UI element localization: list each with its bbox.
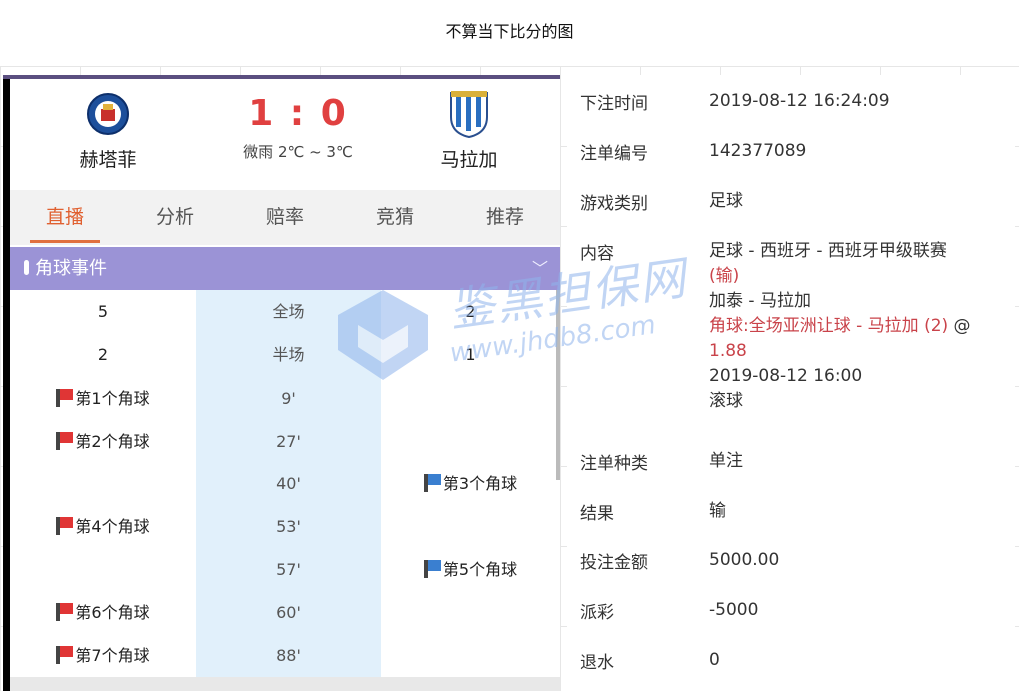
event-minute: 60' (276, 603, 301, 622)
red-flag-icon (56, 603, 74, 621)
malaga-crest-icon (447, 89, 491, 139)
event-minute: 53' (276, 517, 301, 536)
event-minute: 9' (281, 389, 296, 408)
red-flag-icon (56, 517, 74, 535)
home-team[interactable]: 赫塔菲 (48, 89, 168, 172)
stake-label: 投注金额 (580, 553, 648, 573)
content-match: 加泰 - 马拉加 (709, 291, 811, 311)
event-row: 第2个角球 27' (10, 420, 560, 463)
bet-kind-value: 单注 (709, 451, 743, 471)
blue-flag-icon (423, 474, 441, 492)
tab-odds[interactable]: 赔率 (230, 190, 340, 245)
stat-row-full: 5 全场 2 (10, 290, 560, 333)
blue-flag-icon (423, 560, 441, 578)
bet-id-value: 142377089 (709, 141, 807, 161)
game-type-value: 足球 (709, 191, 743, 211)
event-minute: 88' (276, 646, 301, 665)
match-screenshot: 赫塔菲 1 : 0 微雨 2℃ ~ 3℃ 马拉加 直播 分析 赔率 竞猜 推荐 … (3, 75, 560, 691)
away-corner-count: 1 (465, 345, 476, 364)
content-at: @ (948, 316, 971, 336)
home-event: 第1个角球 (10, 377, 196, 420)
screen-edge (3, 75, 10, 691)
getafe-crest-icon (86, 89, 130, 139)
event-label: 第1个角球 (75, 389, 150, 408)
content-type: 滚球 (709, 391, 743, 411)
tab-analysis[interactable]: 分析 (120, 190, 230, 245)
home-event: 第7个角球 (10, 634, 196, 677)
result-value: 输 (709, 501, 726, 521)
red-flag-icon (56, 389, 74, 407)
event-row: 第4个角球 53' (10, 505, 560, 548)
scrollbar[interactable] (556, 290, 560, 480)
content-odds: 1.88 (709, 341, 747, 361)
rebate-value: 0 (709, 650, 720, 670)
match-tabs: 直播 分析 赔率 竞猜 推荐 (10, 190, 560, 245)
home-event: 第6个角球 (10, 591, 196, 634)
away-team-name: 马拉加 (440, 149, 498, 171)
bet-detail-screenshot: 下注时间 2019-08-12 16:24:09 注单编号 142377089 … (567, 75, 1015, 691)
tab-live[interactable]: 直播 (10, 190, 120, 245)
rebate-label: 退水 (580, 653, 614, 673)
game-type-label: 游戏类别 (580, 194, 648, 214)
event-minute: 27' (276, 432, 301, 451)
away-team[interactable]: 马拉加 (409, 89, 529, 172)
period-label: 半场 (272, 345, 305, 364)
corner-events-header[interactable]: 角球事件 ﹀ (10, 247, 560, 290)
home-event: 第4个角球 (10, 505, 196, 548)
bet-id-label: 注单编号 (580, 144, 648, 164)
event-label: 第7个角球 (75, 646, 150, 665)
payout-label: 派彩 (580, 603, 614, 623)
result-label: 结果 (580, 504, 614, 524)
payout-value: -5000 (709, 600, 759, 620)
bet-time-label: 下注时间 (580, 94, 648, 114)
content-pick-line: 角球:全场亚洲让球 - 马拉加 (2) @ (709, 314, 1009, 339)
tab-quiz[interactable]: 竞猜 (340, 190, 450, 245)
bet-kind-label: 注单种类 (580, 454, 648, 474)
stake-value: 5000.00 (709, 550, 780, 570)
content-pick: 角球:全场亚洲让球 - 马拉加 (2) (709, 316, 949, 336)
weather-text: 微雨 2℃ ~ 3℃ (243, 143, 353, 161)
content-league: 足球 - 西班牙 - 西班牙甲级联赛 (709, 241, 947, 261)
away-corner-count: 2 (465, 302, 476, 321)
red-flag-icon (56, 646, 74, 664)
away-event: 第3个角球 (381, 462, 560, 505)
away-event: 第5个角球 (381, 548, 560, 591)
bottom-strip (10, 677, 560, 691)
content-result: (输) (709, 266, 740, 286)
period-label: 全场 (272, 302, 305, 321)
event-minute: 57' (276, 560, 301, 579)
match-score: 1 : 0 (248, 93, 348, 134)
event-minute: 40' (276, 474, 301, 493)
home-corner-count: 5 (97, 302, 109, 321)
event-row: 第1个角球 9' (10, 377, 560, 420)
event-label: 第5个角球 (442, 560, 518, 579)
event-label: 第4个角球 (75, 517, 150, 536)
section-marker-icon (24, 260, 29, 275)
event-row: 第7个角球 88' (10, 634, 560, 677)
section-title: 角球事件 (35, 258, 107, 279)
stat-row-half: 2 半场 1 (10, 333, 560, 376)
red-flag-icon (56, 432, 74, 450)
content-label: 内容 (580, 244, 614, 264)
event-row: 40' 第3个角球 (10, 462, 560, 505)
event-row: 第6个角球 60' (10, 591, 560, 634)
page-caption: 不算当下比分的图 (445, 22, 574, 41)
chevron-down-icon[interactable]: ﹀ (532, 247, 548, 290)
tab-recommend[interactable]: 推荐 (450, 190, 560, 245)
home-event: 第2个角球 (10, 420, 196, 463)
content-date: 2019-08-12 16:00 (709, 366, 863, 386)
event-label: 第3个角球 (442, 474, 518, 493)
bet-time-value: 2019-08-12 16:24:09 (709, 91, 890, 111)
home-corner-count: 2 (97, 345, 109, 364)
top-accent-line (3, 75, 560, 79)
event-row: 57' 第5个角球 (10, 548, 560, 591)
event-label: 第6个角球 (75, 603, 150, 622)
content-value: 足球 - 西班牙 - 西班牙甲级联赛 (输) 加泰 - 马拉加 角球:全场亚洲让… (709, 239, 1009, 414)
home-team-name: 赫塔菲 (79, 149, 137, 171)
event-label: 第2个角球 (75, 432, 150, 451)
